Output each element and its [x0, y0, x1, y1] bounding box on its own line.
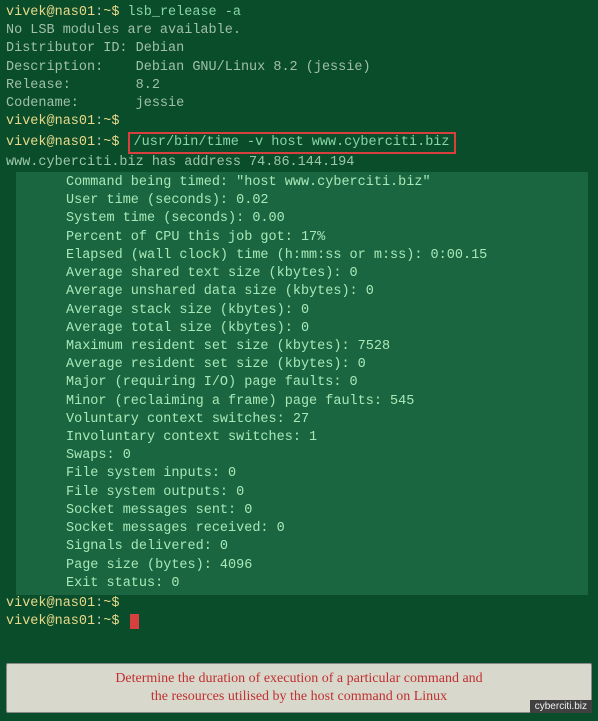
time-line: Average resident set size (kbytes): 0 — [16, 356, 588, 374]
watermark: cyberciti.biz — [530, 700, 592, 713]
time-line: System time (seconds): 0.00 — [16, 210, 588, 228]
prompt-path: ~$ — [103, 135, 127, 150]
dns-output: www.cyberciti.biz has address 74.86.144.… — [6, 154, 592, 172]
time-line: Signals delivered: 0 — [16, 538, 588, 556]
time-line: Socket messages received: 0 — [16, 520, 588, 538]
time-line: Exit status: 0 — [16, 575, 588, 593]
time-line: Elapsed (wall clock) time (h:mm:ss or m:… — [16, 247, 588, 265]
time-line: Voluntary context switches: 27 — [16, 411, 588, 429]
time-line: Maximum resident set size (kbytes): 7528 — [16, 338, 588, 356]
time-output-block: Command being timed: "host www.cyberciti… — [16, 172, 588, 595]
prompt-user: vivek@nas01 — [6, 114, 95, 129]
time-line: Page size (bytes): 4096 — [16, 557, 588, 575]
lsb-output-5: Codename: jessie — [6, 95, 592, 113]
prompt-line-3: vivek@nas01:~$ /usr/bin/time -v host www… — [6, 132, 592, 154]
time-line: Major (requiring I/O) page faults: 0 — [16, 374, 588, 392]
time-line: Swaps: 0 — [16, 447, 588, 465]
time-line: File system inputs: 0 — [16, 465, 588, 483]
prompt-user: vivek@nas01 — [6, 614, 95, 629]
prompt-path: ~$ — [103, 614, 127, 629]
time-line: Percent of CPU this job got: 17% — [16, 229, 588, 247]
lsb-output-3: Description: Debian GNU/Linux 8.2 (jessi… — [6, 59, 592, 77]
prompt-user: vivek@nas01 — [6, 596, 95, 611]
cursor-icon — [130, 614, 139, 629]
lsb-output-1: No LSB modules are available. — [6, 22, 592, 40]
lsb-output-2: Distributor ID: Debian — [6, 40, 592, 58]
time-line: Involuntary context switches: 1 — [16, 429, 588, 447]
prompt-path: ~$ — [103, 596, 127, 611]
time-line: Average total size (kbytes): 0 — [16, 320, 588, 338]
lsb-output-4: Release: 8.2 — [6, 77, 592, 95]
command-1: lsb_release -a — [128, 5, 241, 20]
terminal-output: vivek@nas01:~$ lsb_release -a No LSB mod… — [0, 0, 598, 635]
prompt-path: ~$ — [103, 5, 127, 20]
caption-line-2: the resources utilised by the host comma… — [17, 688, 581, 706]
prompt-path: ~$ — [103, 114, 127, 129]
caption-box: Determine the duration of execution of a… — [6, 663, 592, 713]
time-line: Command being timed: "host www.cyberciti… — [16, 174, 588, 192]
time-line: Minor (reclaiming a frame) page faults: … — [16, 393, 588, 411]
time-line: Average unshared data size (kbytes): 0 — [16, 283, 588, 301]
prompt-line-2: vivek@nas01:~$ — [6, 113, 592, 131]
prompt-user: vivek@nas01 — [6, 5, 95, 20]
time-line: Socket messages sent: 0 — [16, 502, 588, 520]
prompt-line-5[interactable]: vivek@nas01:~$ — [6, 613, 592, 631]
time-line: User time (seconds): 0.02 — [16, 192, 588, 210]
time-line: Average stack size (kbytes): 0 — [16, 302, 588, 320]
prompt-line-1: vivek@nas01:~$ lsb_release -a — [6, 4, 592, 22]
prompt-line-4: vivek@nas01:~$ — [6, 595, 592, 613]
caption-line-1: Determine the duration of execution of a… — [17, 670, 581, 688]
time-line: Average shared text size (kbytes): 0 — [16, 265, 588, 283]
time-line: File system outputs: 0 — [16, 484, 588, 502]
prompt-user: vivek@nas01 — [6, 135, 95, 150]
highlighted-command: /usr/bin/time -v host www.cyberciti.biz — [128, 132, 456, 154]
